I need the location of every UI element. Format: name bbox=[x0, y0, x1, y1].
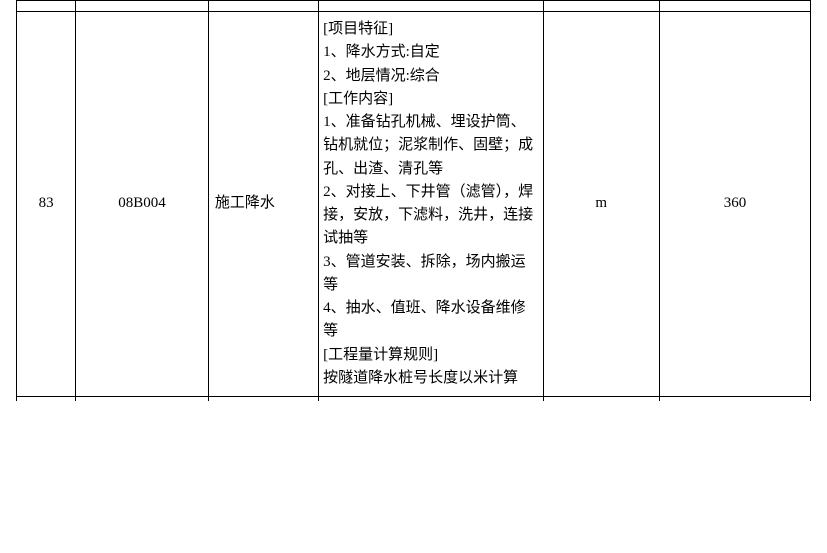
cell-quantity: 360 bbox=[659, 12, 810, 397]
cell-number: 83 bbox=[17, 12, 76, 397]
cell-code: 08B004 bbox=[76, 12, 209, 397]
cell-description: [项目特征] 1、降水方式:自定 2、地层情况:综合 [工作内容] 1、准备钻孔… bbox=[319, 12, 544, 397]
cell-name: 施工降水 bbox=[208, 12, 318, 397]
spec-table: 83 08B004 施工降水 [项目特征] 1、降水方式:自定 2、地层情况:综… bbox=[16, 0, 811, 401]
table-row: 83 08B004 施工降水 [项目特征] 1、降水方式:自定 2、地层情况:综… bbox=[17, 12, 811, 397]
prev-row-stub bbox=[17, 1, 811, 12]
next-row-stub bbox=[17, 397, 811, 402]
cell-unit: m bbox=[543, 12, 659, 397]
